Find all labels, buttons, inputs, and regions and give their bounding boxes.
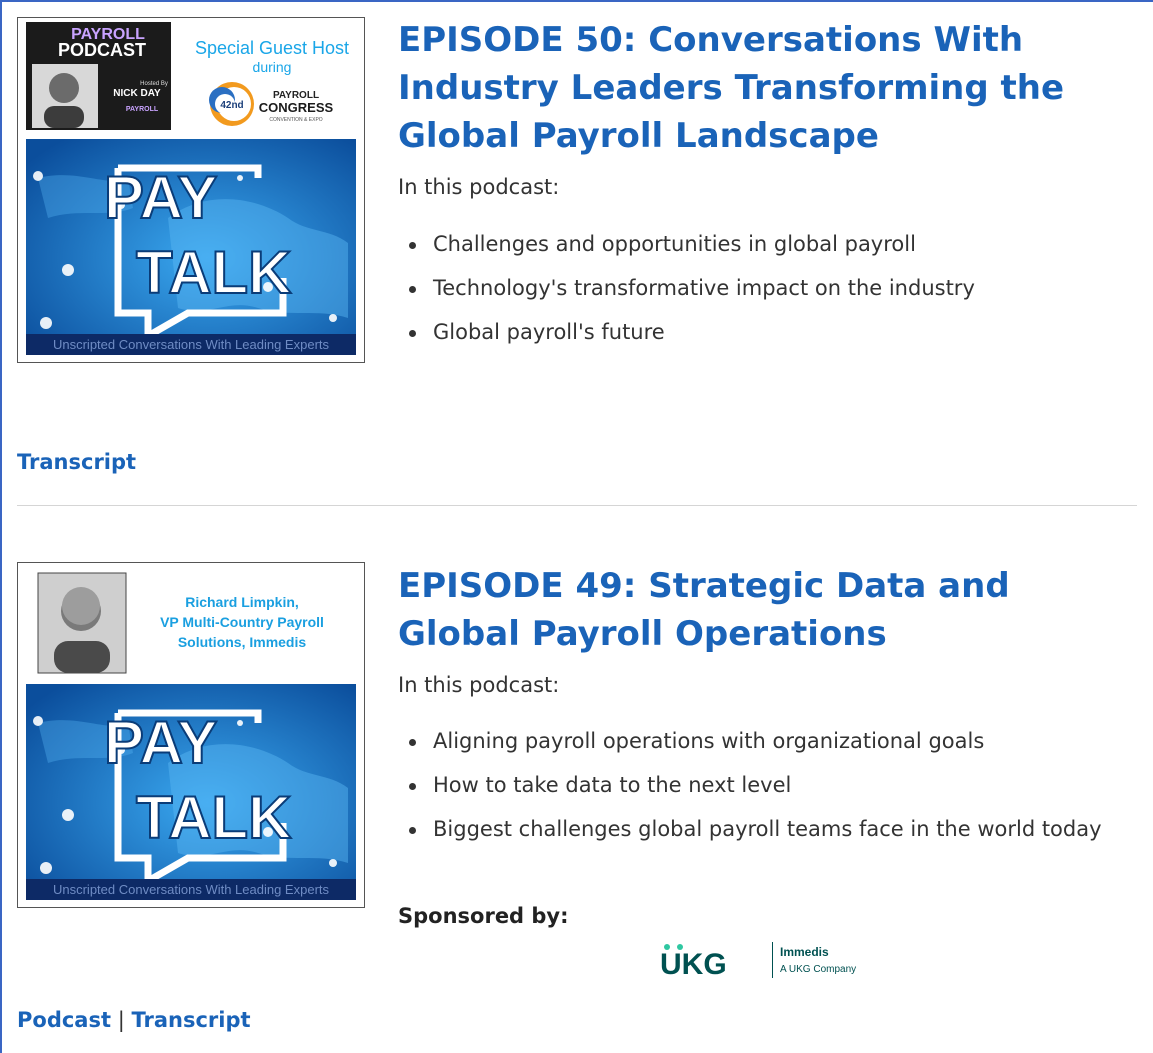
episode-49-transcript-link[interactable]: Transcript: [131, 1008, 250, 1032]
svg-text:PODCAST: PODCAST: [58, 40, 146, 60]
guest-role: VP Multi-Country Payroll: [160, 614, 324, 630]
episode-50-title[interactable]: EPISODE 50: Conversations With Industry …: [398, 16, 1118, 160]
episode-49-title[interactable]: EPISODE 49: Strategic Data and Global Pa…: [398, 562, 1118, 658]
list-item: Technology's transformative impact on th…: [398, 271, 1118, 305]
svg-text:CONVENTION & EXPO: CONVENTION & EXPO: [269, 117, 322, 123]
svg-text:NICK DAY: NICK DAY: [113, 88, 161, 99]
svg-text:42nd: 42nd: [220, 100, 243, 111]
immedis-name: Immedis: [780, 945, 829, 959]
guest-photo: [37, 572, 127, 674]
ukg-immedis-logo[interactable]: UKG Immedis A UKG Company: [658, 936, 888, 986]
svg-text:TALK: TALK: [136, 239, 292, 306]
episode-50-topics: Challenges and opportunities in global p…: [398, 227, 1118, 359]
svg-text:TALK: TALK: [136, 784, 292, 851]
special-guest-host-title: Special Guest Host: [195, 38, 349, 58]
guest-name: Richard Limpkin,: [185, 594, 299, 610]
svg-text:PAY: PAY: [104, 709, 217, 776]
episode-49-links: Podcast | Transcript: [17, 1008, 251, 1032]
svg-text:Hosted By: Hosted By: [140, 81, 168, 87]
episode-50-thumbnail[interactable]: PAYROLL PODCAST Hosted By NICK DAY PAYRO…: [17, 17, 365, 363]
list-item: Biggest challenges global payroll teams …: [398, 812, 1118, 846]
guest-company: Solutions, Immedis: [178, 634, 307, 650]
host-photo: [49, 73, 79, 103]
during-label: during: [253, 59, 292, 75]
episode-50-transcript-link[interactable]: Transcript: [17, 450, 136, 474]
payroll-congress-logo: 42nd PAYROLL CONGRESS CONVENTION & EXPO: [209, 82, 334, 126]
payroll-podcast-badge: PAYROLL PODCAST Hosted By NICK DAY PAYRO…: [26, 22, 171, 130]
tagline: Unscripted Conversations With Leading Ex…: [53, 337, 330, 352]
svg-text:CONGRESS: CONGRESS: [259, 100, 334, 115]
list-item: How to take data to the next level: [398, 768, 1118, 802]
episode-49-thumbnail[interactable]: Richard Limpkin, VP Multi-Country Payrol…: [17, 562, 365, 908]
episode-49-podcast-link[interactable]: Podcast: [17, 1008, 111, 1032]
svg-text:PAYROLL: PAYROLL: [126, 106, 159, 113]
episode-49-topics: Aligning payroll operations with organiz…: [398, 724, 1118, 856]
list-item: Global payroll's future: [398, 315, 1118, 349]
divider: [17, 505, 1137, 506]
tagline: Unscripted Conversations With Leading Ex…: [53, 882, 330, 897]
sponsored-by-label: Sponsored by:: [398, 904, 569, 928]
ukg-mark: UKG: [660, 948, 727, 981]
link-separator: |: [117, 1008, 125, 1032]
immedis-subtitle: A UKG Company: [780, 964, 856, 975]
list-item: Aligning payroll operations with organiz…: [398, 724, 1118, 758]
svg-text:PAY: PAY: [104, 164, 217, 231]
episode-50-links: Transcript: [17, 450, 136, 474]
list-item: Challenges and opportunities in global p…: [398, 227, 1118, 261]
episode-49-intro: In this podcast:: [398, 673, 560, 697]
episode-50-intro: In this podcast:: [398, 175, 560, 199]
